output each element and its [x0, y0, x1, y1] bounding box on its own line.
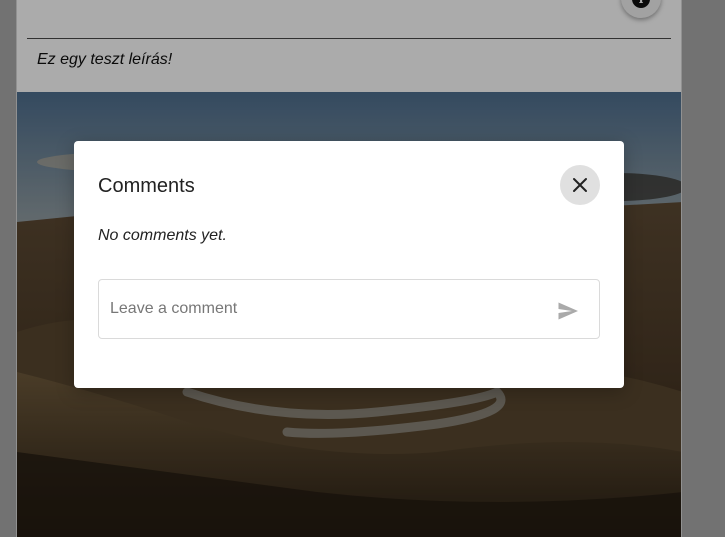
comments-dialog: Comments No comments yet. [74, 141, 624, 388]
send-icon [558, 302, 578, 320]
dialog-title: Comments [98, 175, 195, 197]
close-button[interactable] [560, 165, 600, 205]
send-button[interactable] [554, 297, 582, 325]
comment-input[interactable] [110, 280, 530, 338]
close-icon [573, 178, 587, 192]
no-comments-message: No comments yet. [98, 227, 227, 244]
page: i Ez egy teszt leírás! [0, 0, 725, 537]
comment-field [98, 279, 600, 339]
